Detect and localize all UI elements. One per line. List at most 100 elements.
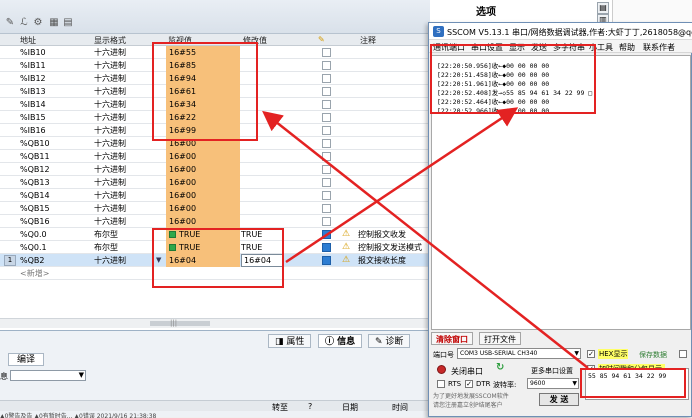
- port-select[interactable]: COM3 USB-SERIAL CH340 ▼: [457, 348, 581, 359]
- modify-checkbox[interactable]: [322, 178, 331, 187]
- side-icon-1[interactable]: ▤: [597, 2, 609, 14]
- modify-checkbox[interactable]: [322, 48, 331, 57]
- cell-format[interactable]: 十六进制: [94, 216, 164, 227]
- cell-address[interactable]: %QB10: [20, 138, 90, 149]
- cell-address[interactable]: <新增>: [20, 268, 90, 279]
- table-row[interactable]: 1 %QB2 十六进制 ▼ 16#04 16#04 ⚠ 报文接收长度: [0, 254, 430, 267]
- modify-checkbox[interactable]: [322, 61, 331, 70]
- cell-address[interactable]: %QB12: [20, 164, 90, 175]
- cell-address[interactable]: %IB15: [20, 112, 90, 123]
- cell-format[interactable]: 十六进制: [94, 164, 164, 175]
- tab-compile[interactable]: 编译: [8, 353, 45, 366]
- cell-address[interactable]: %QB2: [20, 255, 90, 266]
- menu-item-tools[interactable]: 小工具: [589, 42, 613, 53]
- send-input[interactable]: 55 85 94 61 34 22 99: [585, 368, 689, 400]
- cell-modify-value[interactable]: TRUE: [241, 242, 313, 253]
- cell-format[interactable]: 十六进制: [94, 177, 164, 188]
- menu-item-port[interactable]: 通讯端口: [433, 42, 465, 53]
- cell-format[interactable]: 布尔型: [94, 229, 164, 240]
- toolbar-icon-4[interactable]: ▦: [48, 17, 60, 29]
- table-row[interactable]: %IB11 十六进制 16#85: [0, 59, 430, 72]
- modify-checkbox[interactable]: [322, 230, 331, 239]
- cell-address[interactable]: %QB13: [20, 177, 90, 188]
- cell-address[interactable]: %QB11: [20, 151, 90, 162]
- table-row[interactable]: %IB12 十六进制 16#94: [0, 72, 430, 85]
- cell-format[interactable]: 十六进制: [94, 86, 164, 97]
- menu-item-send[interactable]: 发送: [531, 42, 547, 53]
- cell-note[interactable]: 控制报文发送模式: [358, 242, 430, 253]
- cell-address[interactable]: %Q0.1: [20, 242, 90, 253]
- send-button[interactable]: 发 送: [539, 393, 579, 406]
- horizontal-scrollbar[interactable]: |||: [0, 318, 430, 328]
- cell-format[interactable]: 十六进制: [94, 112, 164, 123]
- cell-note[interactable]: 报文接收长度: [358, 255, 430, 266]
- cell-format[interactable]: 十六进制: [94, 151, 164, 162]
- modify-checkbox[interactable]: [322, 113, 331, 122]
- chevron-down-icon[interactable]: ▼: [156, 256, 161, 264]
- cell-modify-value[interactable]: TRUE: [241, 229, 313, 240]
- menu-item-serial-settings[interactable]: 串口设置: [471, 42, 503, 53]
- cell-address[interactable]: %IB10: [20, 47, 90, 58]
- modify-checkbox[interactable]: [322, 165, 331, 174]
- toolbar-icon-1[interactable]: ✎: [4, 17, 16, 29]
- menu-item-multistring[interactable]: 多字符串: [553, 42, 585, 53]
- table-row[interactable]: %QB11 十六进制 16#00: [0, 150, 430, 163]
- toolbar-icon-5[interactable]: ▤: [62, 17, 74, 29]
- cell-format[interactable]: 十六进制: [94, 99, 164, 110]
- toolbar-icon-3[interactable]: ⚙: [32, 17, 44, 29]
- scroll-thumb[interactable]: [150, 321, 210, 326]
- cell-address[interactable]: %Q0.0: [20, 229, 90, 240]
- table-row[interactable]: %QB13 十六进制 16#00: [0, 176, 430, 189]
- cell-format[interactable]: 十六进制: [94, 47, 164, 58]
- dtr-checkbox[interactable]: ✓: [465, 380, 473, 388]
- cell-format[interactable]: 十六进制: [94, 60, 164, 71]
- refresh-icon[interactable]: ↻: [496, 362, 504, 373]
- hex-display-checkbox[interactable]: ✓: [587, 350, 595, 358]
- cell-format[interactable]: 十六进制: [94, 73, 164, 84]
- cell-format[interactable]: 十六进制: [94, 138, 164, 149]
- cell-format[interactable]: 十六进制: [94, 125, 164, 136]
- modify-checkbox[interactable]: [322, 256, 331, 265]
- table-row[interactable]: %IB10 十六进制 16#55: [0, 46, 430, 59]
- modify-checkbox[interactable]: [322, 243, 331, 252]
- menu-item-help[interactable]: 帮助: [619, 42, 635, 53]
- toolbar-icon-2[interactable]: ℒ: [18, 17, 30, 29]
- save-data-button[interactable]: 保存数据: [639, 350, 667, 360]
- baud-select[interactable]: 9600 ▼: [527, 378, 579, 389]
- cell-address[interactable]: %IB14: [20, 99, 90, 110]
- table-row[interactable]: %IB16 十六进制 16#99: [0, 124, 430, 137]
- cell-address[interactable]: %IB12: [20, 73, 90, 84]
- menu-item-display[interactable]: 显示: [509, 42, 525, 53]
- cell-format[interactable]: 十六进制: [94, 255, 164, 266]
- rts-checkbox[interactable]: [437, 380, 445, 388]
- table-row[interactable]: <新增>: [0, 267, 430, 280]
- tab-info[interactable]: ⓘ 信息: [318, 334, 363, 348]
- table-row[interactable]: %IB14 十六进制 16#34: [0, 98, 430, 111]
- cell-format[interactable]: 十六进制: [94, 190, 164, 201]
- cell-format[interactable]: 十六进制: [94, 203, 164, 214]
- cell-modify-value[interactable]: 16#04: [241, 254, 283, 267]
- cell-address[interactable]: %IB11: [20, 60, 90, 71]
- table-row[interactable]: %IB13 十六进制 16#61: [0, 85, 430, 98]
- cell-address[interactable]: %QB14: [20, 190, 90, 201]
- receive-area[interactable]: [22:20:50.956]收←◆00 00 00 00 [22:20:51.45…: [431, 55, 691, 330]
- more-settings-button[interactable]: 更多串口设置: [531, 366, 573, 376]
- clear-window-button[interactable]: 清除窗口: [431, 332, 473, 345]
- tab-diagnostics[interactable]: ✎ 诊断: [368, 334, 411, 348]
- table-row[interactable]: %QB12 十六进制 16#00: [0, 163, 430, 176]
- table-row[interactable]: %QB14 十六进制 16#00: [0, 189, 430, 202]
- modify-checkbox[interactable]: [322, 204, 331, 213]
- tab-properties[interactable]: ◨ 属性: [268, 334, 312, 348]
- modify-checkbox[interactable]: [322, 87, 331, 96]
- cell-note[interactable]: 控制报文收发: [358, 229, 430, 240]
- open-file-button[interactable]: 打开文件: [479, 332, 521, 345]
- table-row[interactable]: %IB15 十六进制 16#22: [0, 111, 430, 124]
- cell-address[interactable]: %IB16: [20, 125, 90, 136]
- table-row[interactable]: %Q0.0 布尔型 TRUE TRUE ⚠ 控制报文收发: [0, 228, 430, 241]
- table-row[interactable]: %Q0.1 布尔型 TRUE TRUE ⚠ 控制报文发送模式: [0, 241, 430, 254]
- cell-address[interactable]: %QB16: [20, 216, 90, 227]
- cell-format[interactable]: 布尔型: [94, 242, 164, 253]
- extra-checkbox[interactable]: [679, 350, 687, 358]
- modify-checkbox[interactable]: [322, 126, 331, 135]
- modify-checkbox[interactable]: [322, 100, 331, 109]
